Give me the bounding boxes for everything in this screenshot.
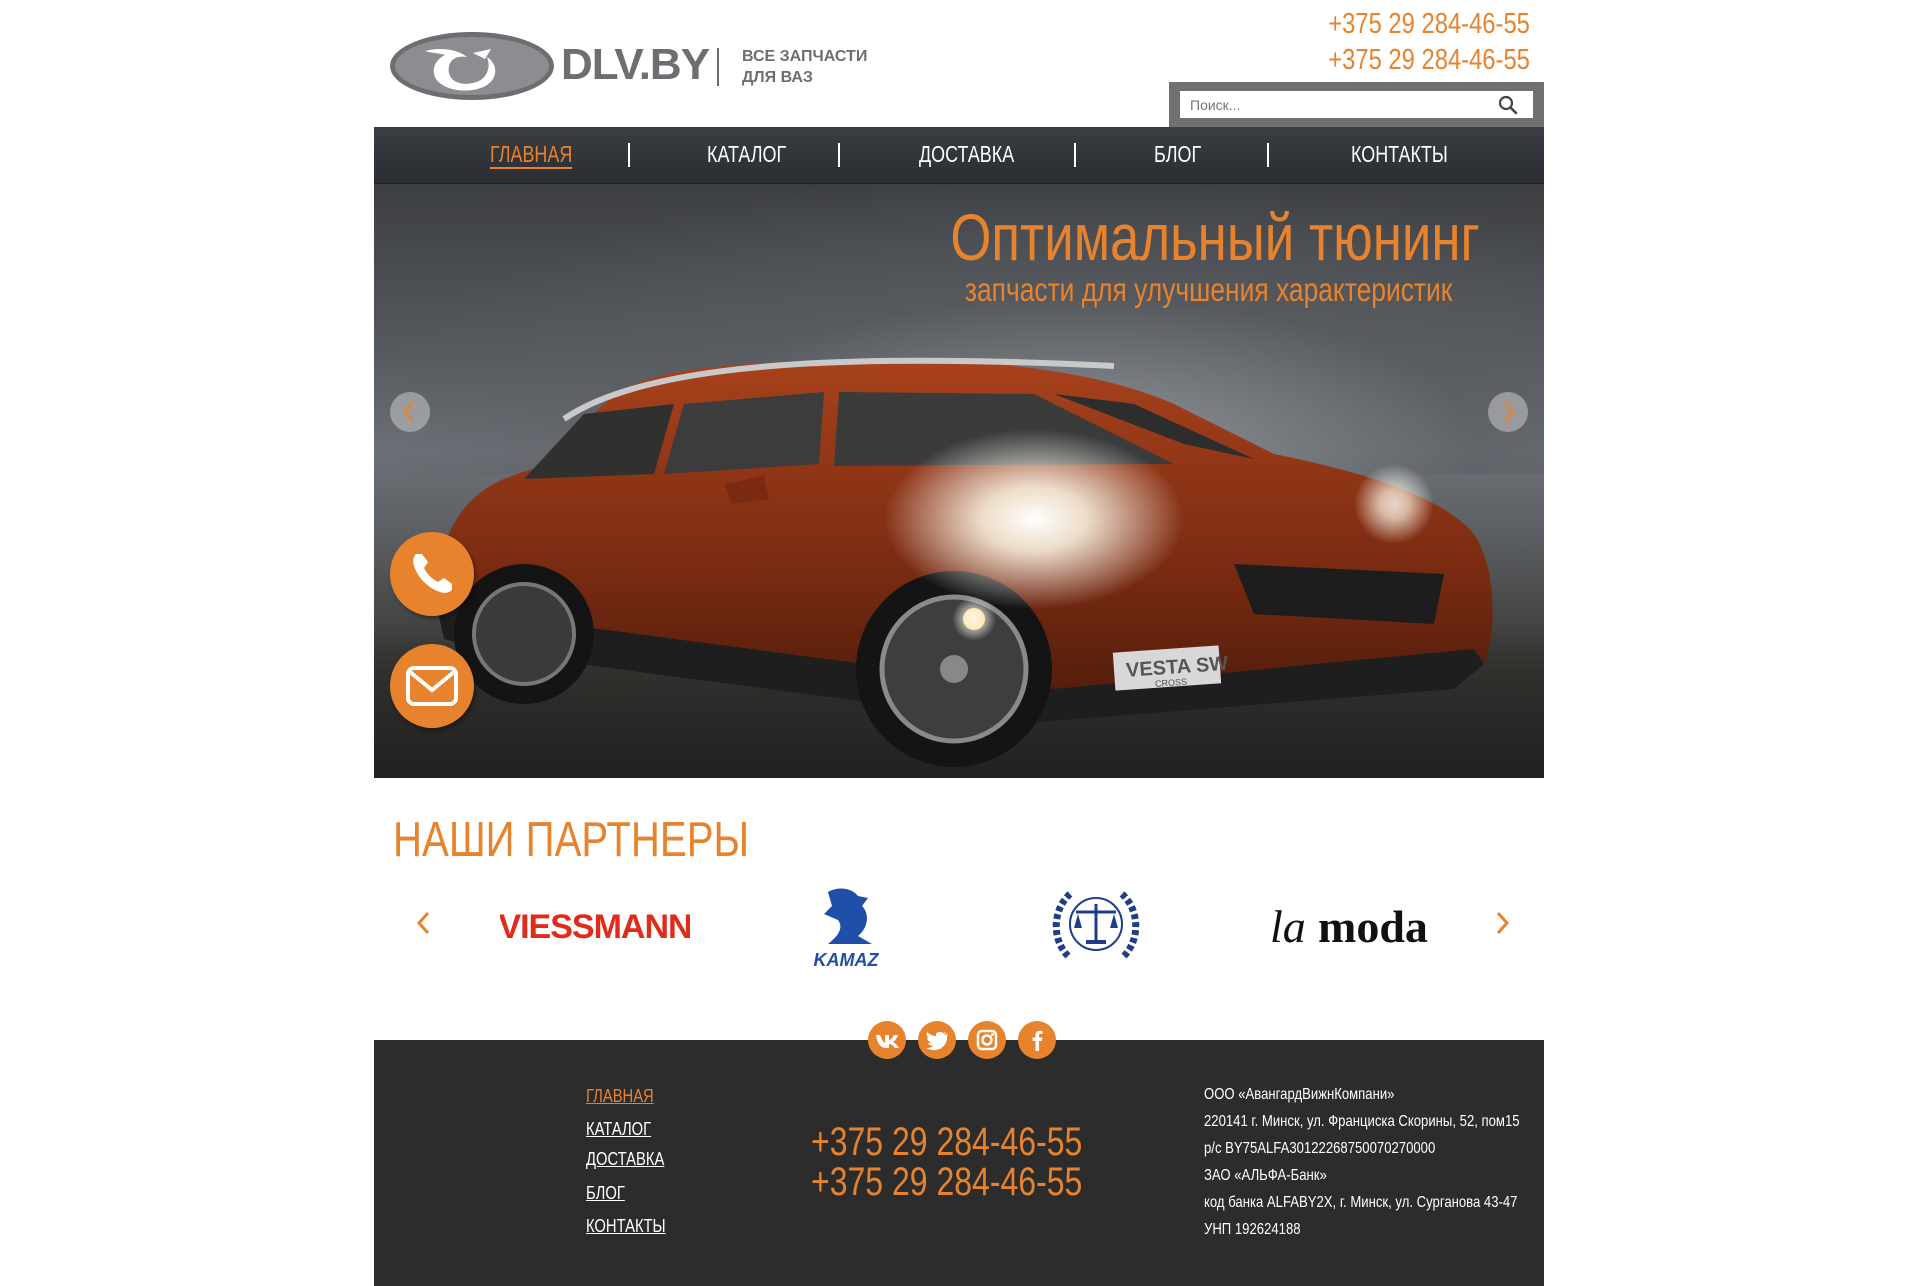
- nav-item-delivery[interactable]: ДОСТАВКА: [919, 141, 1014, 168]
- footer-phone-2[interactable]: +375 29 284-46-55: [811, 1160, 1082, 1205]
- hero-subtitle: запчасти для улучшения характеристик: [964, 271, 1452, 308]
- hero-car-image: VESTA SW CROSS: [434, 357, 1493, 767]
- nav-item-blog[interactable]: БЛОГ: [1154, 141, 1201, 168]
- footer-link-catalog[interactable]: КАТАЛОГ: [586, 1119, 651, 1140]
- footer-account: р/с BY75ALFA30122268750070270000: [1204, 1140, 1436, 1157]
- viessmann-logo-text: VIESSMANN: [500, 908, 690, 946]
- partners-next-icon[interactable]: [1490, 908, 1514, 938]
- nav-item-catalog[interactable]: КАТАЛОГ: [707, 141, 786, 168]
- nav-separator: [838, 143, 840, 167]
- search-input[interactable]: [1180, 91, 1533, 118]
- footer-bank-code: код банка ALFABY2X, г. Минск, ул. Сурган…: [1204, 1194, 1518, 1211]
- tagline-line1: ВСЕ ЗАПЧАСТИ: [742, 48, 868, 65]
- site-header: DLV.BY ВСЕ ЗАПЧАСТИ ДЛЯ ВАЗ +375 29 284-…: [374, 0, 1544, 127]
- footer-link-delivery[interactable]: ДОСТАВКА: [586, 1149, 664, 1170]
- tagline-line2: ДЛЯ ВАЗ: [742, 69, 813, 86]
- call-button[interactable]: [390, 532, 474, 616]
- footer-link-blog[interactable]: БЛОГ: [586, 1183, 625, 1204]
- nav-separator: [1074, 143, 1076, 167]
- lada-logo[interactable]: [390, 32, 554, 100]
- footer-link-home[interactable]: ГЛАВНАЯ: [586, 1086, 654, 1107]
- header-phones: +375 29 284-46-55 +375 29 284-46-55: [1284, 6, 1530, 78]
- footer-unp: УНП 192624188: [1204, 1221, 1301, 1238]
- chevron-left-icon: [403, 401, 414, 423]
- site-footer: ГЛАВНАЯ КАТАЛОГ ДОСТАВКА БЛОГ КОНТАКТЫ +…: [374, 1040, 1544, 1286]
- nav-item-contacts[interactable]: КОНТАКТЫ: [1351, 141, 1448, 168]
- logo-divider: [717, 48, 719, 86]
- lamoda-logo-bold: moda: [1318, 901, 1428, 952]
- twitter-icon: [926, 1031, 948, 1051]
- nav-separator: [628, 143, 630, 167]
- partner-viessmann[interactable]: VIESSMANN: [498, 900, 692, 950]
- main-nav: ГЛАВНАЯ КАТАЛОГ ДОСТАВКА БЛОГ КОНТАКТЫ: [374, 127, 1544, 184]
- partner-lamoda[interactable]: la moda: [1266, 898, 1436, 954]
- facebook-icon: [1032, 1030, 1043, 1051]
- slider-next-button[interactable]: [1488, 392, 1528, 432]
- hero-slider: VESTA SW CROSS Оптимальный тюнинг запчас…: [374, 184, 1544, 778]
- twitter-link[interactable]: [918, 1021, 956, 1059]
- partner-kamaz[interactable]: KAMAZ: [808, 884, 884, 970]
- instagram-link[interactable]: [968, 1021, 1006, 1059]
- header-phone-2[interactable]: +375 29 284-46-55: [1328, 42, 1530, 78]
- footer-link-contacts[interactable]: КОНТАКТЫ: [586, 1216, 666, 1237]
- search-box: [1169, 82, 1544, 127]
- partners-prev-icon[interactable]: [412, 908, 436, 938]
- chevron-right-icon: [1504, 401, 1515, 423]
- facebook-link[interactable]: [1018, 1021, 1056, 1059]
- mail-button[interactable]: [390, 644, 474, 728]
- footer-bank: ЗАО «АЛЬФА-Банк»: [1204, 1167, 1327, 1184]
- vk-icon: [876, 1035, 899, 1048]
- partner-court-emblem[interactable]: [1048, 884, 1144, 970]
- kamaz-logo-text: KAMAZ: [814, 950, 880, 970]
- vk-link[interactable]: [868, 1021, 906, 1059]
- nav-item-home[interactable]: ГЛАВНАЯ: [490, 141, 572, 168]
- phone-icon: [413, 554, 452, 593]
- tagline: ВСЕ ЗАПЧАСТИ ДЛЯ ВАЗ: [742, 46, 867, 88]
- hero-title: Оптимальный тюнинг: [950, 200, 1480, 274]
- search-icon[interactable]: [1498, 95, 1518, 115]
- header-phone-1[interactable]: +375 29 284-46-55: [1328, 6, 1530, 42]
- footer-phone-1[interactable]: +375 29 284-46-55: [811, 1120, 1082, 1165]
- instagram-icon: [976, 1029, 998, 1051]
- envelope-icon: [406, 666, 458, 706]
- nav-separator: [1267, 143, 1269, 167]
- lamoda-logo-italic: la: [1270, 901, 1306, 952]
- partners-title: НАШИ ПАРТНЕРЫ: [393, 813, 750, 867]
- footer-company-name: ООО «АвангардВижнКомпани»: [1204, 1086, 1395, 1103]
- logo-text[interactable]: DLV.BY: [561, 40, 710, 90]
- footer-address: 220141 г. Минск, ул. Франциска Скорины, …: [1204, 1113, 1520, 1130]
- slider-prev-button[interactable]: [390, 392, 430, 432]
